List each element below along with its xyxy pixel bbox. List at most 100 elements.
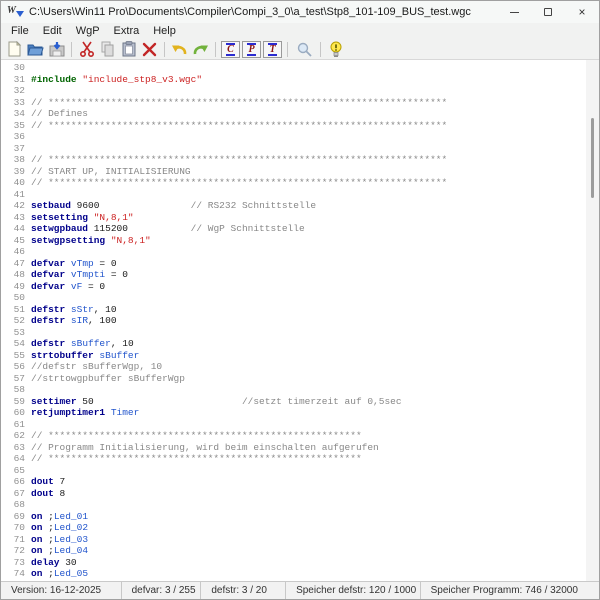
code-segment-pl: ;: [42, 522, 53, 533]
status-speicher-defstr: Speicher defstr: 120 / 1000: [285, 582, 420, 599]
toolbar: C P T: [1, 39, 599, 60]
code-line: 59settimer 50 //setzt timerzeit auf 0,5s…: [5, 396, 585, 408]
save-button[interactable]: [46, 40, 67, 59]
code-editor[interactable]: 3031#include "include_stp8_v3.wgc"3233//…: [1, 60, 599, 581]
code-segment-pl: ;: [42, 580, 53, 582]
terminal-button[interactable]: T: [263, 41, 282, 58]
copy-button[interactable]: [97, 40, 118, 59]
compile-button[interactable]: C: [221, 41, 240, 58]
code-line: 66dout 7: [5, 476, 585, 488]
code-line: 37: [5, 143, 585, 155]
vertical-scrollbar[interactable]: [586, 60, 599, 581]
code-segment-pl: = 0: [105, 269, 128, 280]
code-segment-id: vTmpti: [71, 269, 105, 280]
redo-button[interactable]: [190, 40, 211, 59]
menu-item-edit[interactable]: Edit: [36, 24, 69, 38]
code-line: 44setwgpbaud 115200 // WgP Schnittstelle: [5, 223, 585, 235]
line-number: 39: [5, 166, 25, 178]
menu-item-wgp[interactable]: WgP: [69, 24, 107, 38]
toolbar-separator: [287, 42, 288, 57]
code-line: 46: [5, 246, 585, 258]
status-defstr: defstr: 3 / 20: [200, 582, 285, 599]
window-title: C:\Users\Win11 Pro\Documents\Compiler\Co…: [29, 6, 471, 18]
compile-label: C: [226, 43, 235, 56]
line-number: 31: [5, 74, 25, 86]
code-segment-com: // Defines: [31, 108, 88, 119]
scrollbar-thumb[interactable]: [591, 118, 594, 198]
new-file-button[interactable]: [4, 40, 25, 59]
line-number: 38: [5, 154, 25, 166]
code-line: 65: [5, 465, 585, 477]
line-number: 70: [5, 522, 25, 534]
hint-button[interactable]: [325, 40, 346, 59]
code-segment-pre: #include: [31, 74, 77, 85]
code-line: 34// Defines: [5, 108, 585, 120]
line-number: 62: [5, 430, 25, 442]
code-segment-id: Led_05: [54, 568, 88, 579]
code-segment-com: // *************************************…: [31, 154, 447, 165]
code-segment-kw: on: [31, 545, 42, 556]
program-button[interactable]: P: [242, 41, 261, 58]
code-segment-com: // *************************************…: [31, 453, 362, 464]
delete-button[interactable]: [139, 40, 160, 59]
cut-button[interactable]: [76, 40, 97, 59]
line-number: 42: [5, 200, 25, 212]
maximize-icon: [544, 8, 552, 16]
code-segment-kw: on: [31, 522, 42, 533]
line-number: 46: [5, 246, 25, 258]
line-number: 58: [5, 384, 25, 396]
code-segment-kw: on: [31, 568, 42, 579]
code-line: 47defvar vTmp = 0: [5, 258, 585, 270]
toolbar-separator: [164, 42, 165, 57]
code-line: 64// ***********************************…: [5, 453, 585, 465]
code-segment-id: vTmp: [71, 258, 94, 269]
line-number: 48: [5, 269, 25, 281]
code-line: 35// ***********************************…: [5, 120, 585, 132]
line-number: 45: [5, 235, 25, 247]
code-segment-com: // START UP, INITIALISIERUNG: [31, 166, 191, 177]
open-file-button[interactable]: [25, 40, 46, 59]
code-segment-id: Led_02: [54, 522, 88, 533]
code-line: 45setwgpsetting "N,8,1": [5, 235, 585, 247]
menu-item-extra[interactable]: Extra: [107, 24, 147, 38]
code-line: 67dout 8: [5, 488, 585, 500]
line-number: 37: [5, 143, 25, 155]
paste-button[interactable]: [118, 40, 139, 59]
line-number: 60: [5, 407, 25, 419]
line-number: 72: [5, 545, 25, 557]
close-button[interactable]: ×: [565, 1, 599, 23]
code-line: 74 on ;Led_05: [5, 568, 585, 580]
line-number: 40: [5, 177, 25, 189]
code-line: 61: [5, 419, 585, 431]
maximize-button[interactable]: [531, 1, 565, 23]
code-segment-kw: defstr: [31, 304, 65, 315]
undo-button[interactable]: [169, 40, 190, 59]
code-segment-pl: ;: [42, 511, 53, 522]
line-number: 36: [5, 131, 25, 143]
code-line: 40// ***********************************…: [5, 177, 585, 189]
line-number: 30: [5, 62, 25, 74]
code-segment-pl: 8: [54, 488, 65, 499]
code-segment-pl: ;: [42, 568, 53, 579]
code-segment-pl: = 0: [94, 258, 117, 269]
toolbar-separator: [215, 42, 216, 57]
code-segment-id: Led_03: [54, 534, 88, 545]
line-number: 68: [5, 499, 25, 511]
menu-item-file[interactable]: File: [4, 24, 36, 38]
menu-item-help[interactable]: Help: [146, 24, 183, 38]
line-number: 71: [5, 534, 25, 546]
code-line: 58: [5, 384, 585, 396]
code-line: 72on ;Led_04: [5, 545, 585, 557]
code-segment-com: //defstr sBufferWgp, 10: [31, 361, 162, 372]
minimize-button[interactable]: [497, 1, 531, 23]
code-segment-com: // WgP Schnittstelle: [191, 223, 305, 234]
code-segment-kw: on: [31, 580, 42, 582]
code-segment-com: // *************************************…: [31, 430, 362, 441]
line-number: 47: [5, 258, 25, 270]
search-button[interactable]: [292, 40, 316, 59]
code-line: 73delay 30: [5, 557, 585, 569]
line-number: 74: [5, 568, 25, 580]
open-folder-icon: [27, 42, 44, 56]
delete-icon: [142, 42, 157, 57]
code-line: 38 // ***********************************…: [5, 154, 585, 166]
